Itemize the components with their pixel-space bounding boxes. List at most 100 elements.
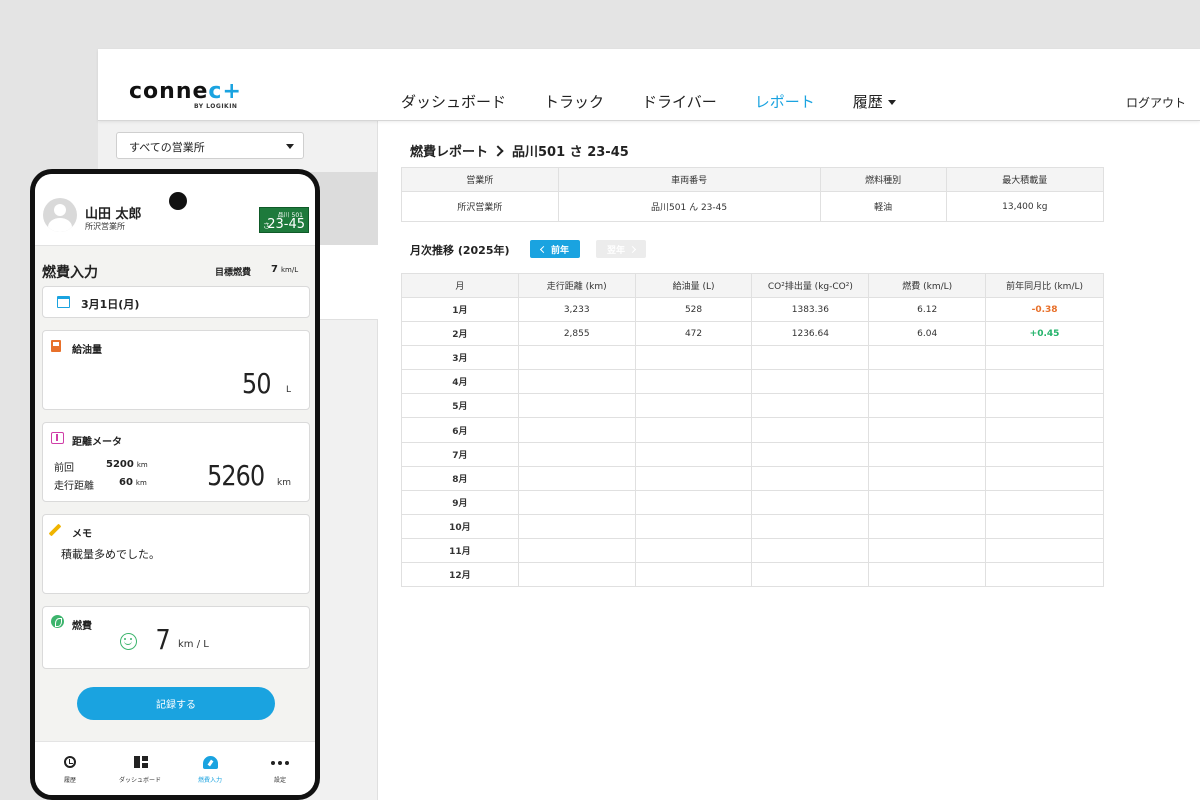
month-cell: 2月 bbox=[401, 321, 519, 347]
distance-cell: 3,233 bbox=[517, 296, 636, 323]
co2-cell bbox=[751, 537, 870, 564]
next-year-label: 翌年 bbox=[606, 245, 625, 256]
table-header: CO²排出量 (kg-CO²) bbox=[751, 273, 870, 298]
target-number: 7 bbox=[271, 264, 278, 275]
calendar-icon bbox=[57, 296, 70, 308]
date-value: 3月1日(月) bbox=[81, 298, 140, 311]
vehicle-info-table: 営業所 車両番号 燃料種別 最大積載量 所沢営業所 品川501 ん 23-45 … bbox=[401, 167, 1105, 222]
target-unit: km/L bbox=[280, 266, 299, 274]
table-header: 走行距離 (km) bbox=[517, 273, 636, 298]
nav-history-label: 履歴 bbox=[852, 93, 883, 111]
co2-cell bbox=[751, 489, 870, 515]
logout-button[interactable]: ログアウト bbox=[1126, 94, 1186, 111]
monthly-title: 月次推移 (2025年) bbox=[410, 244, 510, 257]
chevron-right-icon bbox=[628, 245, 637, 253]
table-row: 12月 bbox=[401, 562, 1104, 588]
memo-text[interactable]: 積載量多めでした。 bbox=[61, 546, 160, 562]
tab-dashboard[interactable]: ダッシュボード bbox=[105, 742, 175, 795]
efficiency-cell bbox=[868, 489, 987, 515]
fuel-cell bbox=[634, 562, 753, 588]
co2-cell bbox=[751, 562, 870, 588]
prev-year-button[interactable]: 前年 bbox=[530, 240, 580, 258]
fuel-pump-icon bbox=[51, 340, 61, 352]
table-row: 5月 bbox=[401, 393, 1104, 419]
breadcrumb-root[interactable]: 燃費レポート bbox=[410, 145, 488, 160]
prev-year-label: 前年 bbox=[550, 245, 569, 256]
yoy-cell bbox=[985, 345, 1104, 371]
tab-history[interactable]: 履歴 bbox=[35, 742, 105, 795]
table-row: 4月 bbox=[401, 369, 1104, 395]
chevron-right-icon bbox=[492, 145, 504, 157]
distance-cell bbox=[517, 489, 636, 515]
speedometer-icon bbox=[203, 756, 218, 769]
table-header: 前年同月比 (km/L) bbox=[985, 273, 1104, 298]
fuel-cell bbox=[634, 513, 753, 539]
yoy-cell bbox=[985, 562, 1104, 588]
efficiency-cell bbox=[868, 537, 987, 564]
co2-cell bbox=[751, 417, 870, 443]
month-cell: 8月 bbox=[401, 465, 519, 491]
distance-cell bbox=[517, 393, 636, 419]
fuel-value[interactable]: 50 bbox=[242, 367, 271, 400]
record-button[interactable]: 記録する bbox=[77, 687, 275, 720]
nav-driver[interactable]: ドライバー bbox=[642, 91, 717, 112]
table-row: 3月 bbox=[401, 345, 1104, 371]
tab-settings[interactable]: 設定 bbox=[245, 742, 315, 795]
tab-label: 履歴 bbox=[63, 777, 76, 784]
user-office: 所沢営業所 bbox=[85, 222, 125, 231]
co2-cell bbox=[751, 465, 870, 491]
yoy-cell bbox=[985, 417, 1104, 443]
fuel-cell bbox=[634, 489, 753, 515]
screen-title: 燃費入力 bbox=[42, 265, 98, 281]
app-logo[interactable]: connec+ bbox=[129, 79, 242, 104]
table-row: 9月 bbox=[401, 489, 1104, 515]
table-row: 8月 bbox=[401, 465, 1104, 491]
odometer-card[interactable]: 距離メータ 前回 5200 km 走行距離 60 km 5260 km bbox=[42, 422, 310, 502]
pencil-icon bbox=[48, 523, 62, 537]
efficiency-cell bbox=[868, 417, 987, 443]
month-cell: 4月 bbox=[401, 369, 519, 395]
table-header: 給油量 (L) bbox=[634, 273, 753, 298]
efficiency-cell bbox=[868, 562, 987, 588]
distance-cell bbox=[517, 465, 636, 491]
user-name: 山田 太郎 bbox=[85, 207, 142, 222]
info-value: 軽油 bbox=[819, 191, 947, 222]
fuel-cell bbox=[634, 537, 753, 564]
nav-history[interactable]: 履歴 bbox=[853, 91, 896, 112]
top-navbar: connec+ BY LOGIKIN ダッシュボード トラック ドライバー レポ… bbox=[98, 49, 1200, 121]
fuel-cell bbox=[634, 441, 753, 467]
co2-cell: 1383.36 bbox=[751, 296, 870, 323]
month-cell: 7月 bbox=[401, 441, 519, 467]
yoy-cell: -0.38 bbox=[985, 296, 1104, 323]
date-picker[interactable]: 3月1日(月) bbox=[42, 286, 310, 318]
co2-cell bbox=[751, 393, 870, 419]
fuel-cell bbox=[634, 393, 753, 419]
fuel-unit: L bbox=[286, 385, 292, 395]
efficiency-cell: 6.04 bbox=[868, 321, 987, 347]
memo-card[interactable]: メモ 積載量多めでした。 bbox=[42, 514, 310, 594]
table-header: 月 bbox=[401, 273, 519, 298]
co2-cell bbox=[751, 441, 870, 467]
yoy-cell bbox=[985, 369, 1104, 395]
co2-cell: 1236.64 bbox=[751, 321, 870, 347]
distance-cell bbox=[517, 441, 636, 467]
meter-unit: km bbox=[277, 478, 291, 488]
fuel-amount-card[interactable]: 給油量 50 L bbox=[42, 330, 310, 410]
fuel-cell bbox=[634, 417, 753, 443]
yoy-cell bbox=[985, 465, 1104, 491]
efficiency-cell: 6.12 bbox=[868, 296, 987, 323]
nav-truck[interactable]: トラック bbox=[544, 91, 604, 112]
office-select[interactable]: すべての営業所 bbox=[116, 132, 304, 159]
nav-dashboard[interactable]: ダッシュボード bbox=[401, 91, 506, 112]
chevron-down-icon bbox=[286, 144, 294, 149]
prev-label: 前回 bbox=[54, 463, 74, 474]
meter-value[interactable]: 5260 bbox=[207, 459, 265, 492]
meter-label: 距離メータ bbox=[72, 437, 122, 448]
efficiency-cell bbox=[868, 393, 987, 419]
table-row: 7月 bbox=[401, 441, 1104, 467]
smile-icon bbox=[120, 633, 137, 650]
co2-cell bbox=[751, 369, 870, 395]
logo-subtitle: BY LOGIKIN bbox=[194, 103, 238, 110]
nav-report[interactable]: レポート bbox=[755, 91, 815, 112]
tab-fuel-input[interactable]: 燃費入力 bbox=[175, 742, 245, 795]
